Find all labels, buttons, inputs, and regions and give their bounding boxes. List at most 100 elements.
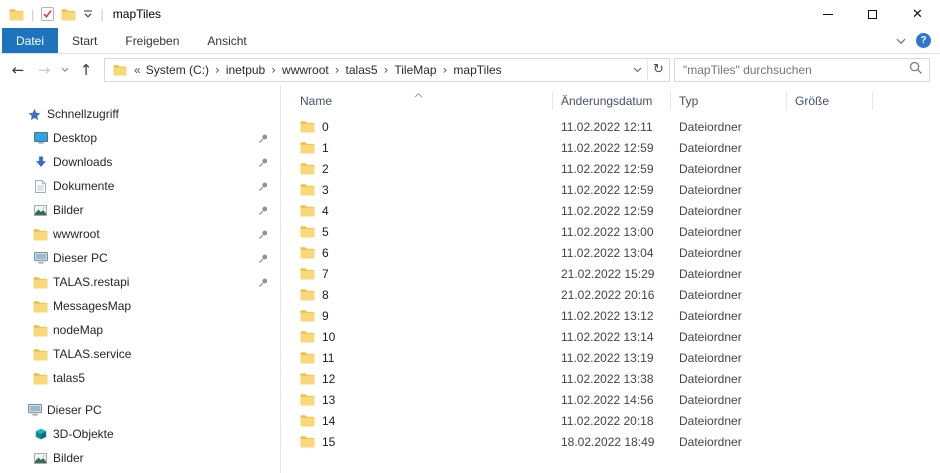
file-row-9[interactable]: 9 11.02.2022 13:12 Dateiordner	[281, 305, 940, 326]
file-name: 2	[322, 162, 329, 176]
file-modified: 11.02.2022 14:56	[553, 393, 671, 407]
document-icon	[33, 180, 48, 193]
breadcrumb-segment[interactable]: System (C:)	[143, 63, 212, 77]
file-modified: 11.02.2022 12:59	[553, 141, 671, 155]
column-header-size[interactable]: Größe	[787, 92, 873, 110]
breadcrumb-segment[interactable]: TileMap	[391, 63, 439, 77]
file-row-15[interactable]: 15 18.02.2022 18:49 Dateiordner	[281, 431, 940, 452]
breadcrumb-segment[interactable]: mapTiles	[450, 63, 504, 77]
file-row-12[interactable]: 12 11.02.2022 13:38 Dateiordner	[281, 368, 940, 389]
sidebar-item-downloads[interactable]: Downloads	[0, 150, 280, 174]
ribbon-right-controls: ?	[896, 28, 940, 53]
address-folder-icon	[112, 64, 127, 76]
sidebar-item-label: Downloads	[53, 155, 112, 169]
search-input[interactable]	[683, 63, 909, 77]
file-row-10[interactable]: 10 11.02.2022 13:14 Dateiordner	[281, 326, 940, 347]
file-modified: 11.02.2022 13:19	[553, 351, 671, 365]
breadcrumb-separator-icon[interactable]: ›	[442, 63, 449, 77]
file-type: Dateiordner	[671, 267, 787, 281]
file-type: Dateiordner	[671, 372, 787, 386]
sidebar-item-bilder[interactable]: Bilder	[0, 198, 280, 222]
sidebar-item-label: Dokumente	[53, 179, 114, 193]
desktop-icon	[33, 132, 48, 144]
sidebar-item-desktop[interactable]: Desktop	[0, 126, 280, 150]
file-row-13[interactable]: 13 11.02.2022 14:56 Dateiordner	[281, 389, 940, 410]
folder-icon	[33, 348, 48, 361]
title-bar: | | mapTiles ✕	[0, 0, 940, 28]
up-button[interactable]: ↑	[74, 58, 98, 82]
file-name: 3	[322, 183, 329, 197]
sidebar-item-talas5[interactable]: talas5	[0, 366, 280, 390]
file-row-11[interactable]: 11 11.02.2022 13:19 Dateiordner	[281, 347, 940, 368]
forward-button[interactable]: →	[32, 58, 56, 82]
file-modified: 21.02.2022 15:29	[553, 267, 671, 281]
address-dropdown-icon[interactable]	[627, 67, 647, 73]
file-row-8[interactable]: 8 21.02.2022 20:16 Dateiordner	[281, 284, 940, 305]
file-row-1[interactable]: 1 11.02.2022 12:59 Dateiordner	[281, 137, 940, 158]
file-name: 1	[322, 141, 329, 155]
column-header-type[interactable]: Typ	[671, 92, 787, 110]
folder-icon	[300, 372, 315, 385]
breadcrumb-separator-icon[interactable]: ›	[334, 63, 341, 77]
search-icon[interactable]	[909, 61, 923, 78]
file-modified: 11.02.2022 20:18	[553, 414, 671, 428]
file-type: Dateiordner	[671, 393, 787, 407]
tab-freigeben[interactable]: Freigeben	[111, 28, 193, 53]
maximize-button[interactable]	[850, 0, 895, 28]
folder-icon	[300, 162, 315, 175]
file-row-4[interactable]: 4 11.02.2022 12:59 Dateiordner	[281, 200, 940, 221]
breadcrumb-segment[interactable]: wwwroot	[279, 63, 332, 77]
close-button[interactable]: ✕	[895, 0, 940, 28]
sidebar-item-3d-objekte[interactable]: 3D-Objekte	[0, 422, 280, 446]
sidebar-item-dieser-pc[interactable]: Dieser PC	[0, 398, 280, 422]
file-row-0[interactable]: 0 11.02.2022 12:11 Dateiordner	[281, 116, 940, 137]
breadcrumb-segment[interactable]: inetpub	[223, 63, 268, 77]
address-bar[interactable]: « System (C:) › inetpub › wwwroot › tala…	[104, 58, 670, 82]
refresh-button[interactable]: ↻	[647, 59, 669, 81]
file-type: Dateiordner	[671, 141, 787, 155]
file-row-2[interactable]: 2 11.02.2022 12:59 Dateiordner	[281, 158, 940, 179]
sidebar-item-schnellzugriff[interactable]: Schnellzugriff	[0, 102, 280, 126]
tab-datei[interactable]: Datei	[2, 28, 58, 53]
sidebar-item-talas-restapi[interactable]: TALAS.restapi	[0, 270, 280, 294]
window-title: mapTiles	[113, 7, 161, 21]
breadcrumb-overflow[interactable]: «	[132, 63, 141, 77]
new-folder-icon[interactable]	[61, 8, 76, 21]
tab-start[interactable]: Start	[58, 28, 111, 53]
minimize-button[interactable]	[805, 0, 850, 28]
expand-ribbon-icon[interactable]	[896, 34, 906, 48]
sidebar-item-dieser-pc-pinned[interactable]: Dieser PC	[0, 246, 280, 270]
folder-icon	[300, 351, 315, 364]
customize-quick-access-icon[interactable]	[83, 10, 93, 19]
file-row-5[interactable]: 5 11.02.2022 13:00 Dateiordner	[281, 221, 940, 242]
file-row-6[interactable]: 6 11.02.2022 13:04 Dateiordner	[281, 242, 940, 263]
breadcrumb-separator-icon[interactable]: ›	[383, 63, 390, 77]
folder-icon	[33, 228, 48, 241]
breadcrumb-separator-icon[interactable]: ›	[270, 63, 277, 77]
file-row-7[interactable]: 7 21.02.2022 15:29 Dateiordner	[281, 263, 940, 284]
breadcrumb-segment[interactable]: talas5	[343, 63, 381, 77]
file-modified: 11.02.2022 13:04	[553, 246, 671, 260]
file-type: Dateiordner	[671, 309, 787, 323]
sidebar-item-messagesmap[interactable]: MessagesMap	[0, 294, 280, 318]
recent-locations-icon[interactable]	[58, 58, 72, 82]
column-header-modified[interactable]: Änderungsdatum	[553, 92, 671, 110]
sidebar-item-nodemap[interactable]: nodeMap	[0, 318, 280, 342]
folder-icon	[300, 141, 315, 154]
file-name: 5	[322, 225, 329, 239]
file-type: Dateiordner	[671, 351, 787, 365]
sidebar-item-label: Schnellzugriff	[47, 107, 119, 121]
file-row-14[interactable]: 14 11.02.2022 20:18 Dateiordner	[281, 410, 940, 431]
file-row-3[interactable]: 3 11.02.2022 12:59 Dateiordner	[281, 179, 940, 200]
sidebar-item-wwwroot[interactable]: wwwroot	[0, 222, 280, 246]
back-button[interactable]: ←	[6, 58, 30, 82]
explorer-window: | | mapTiles ✕	[0, 0, 940, 473]
sidebar-item-bilder-pc[interactable]: Bilder	[0, 446, 280, 470]
breadcrumb-separator-icon[interactable]: ›	[214, 63, 221, 77]
sidebar-item-talas-service[interactable]: TALAS.service	[0, 342, 280, 366]
pin-icon	[258, 181, 269, 192]
sidebar-item-dokumente[interactable]: Dokumente	[0, 174, 280, 198]
help-icon[interactable]: ?	[916, 33, 931, 48]
properties-icon[interactable]	[41, 7, 54, 21]
tab-ansicht[interactable]: Ansicht	[193, 28, 260, 53]
